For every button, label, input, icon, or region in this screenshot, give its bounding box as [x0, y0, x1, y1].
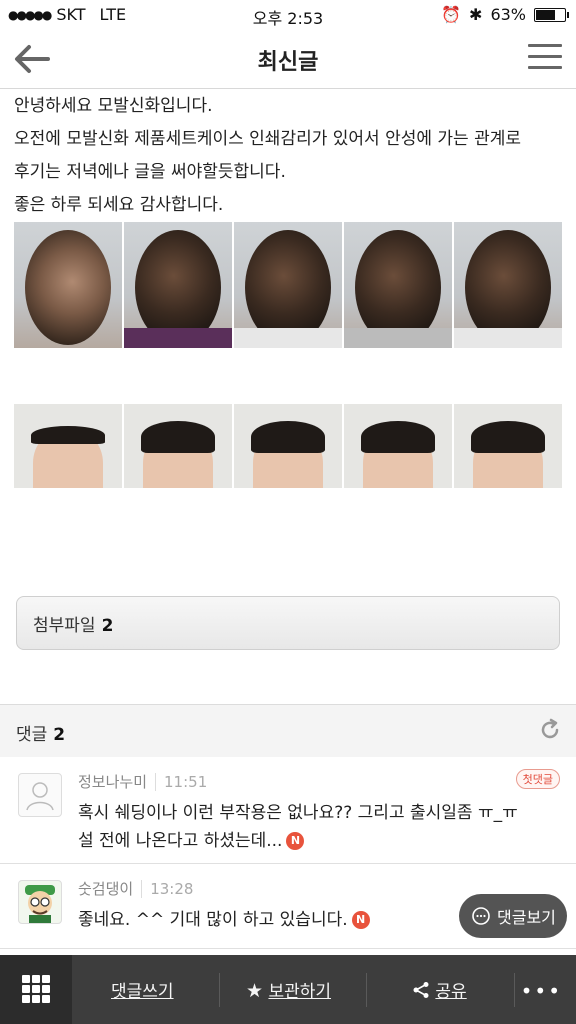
share-label: 공유 — [435, 982, 467, 1002]
comment-text: 혹시 쉐딩이나 이런 부작용은 없나요?? 그리고 출시일좀 ㅠ_ㅠ — [78, 803, 518, 823]
attachments-count: 2 — [101, 616, 114, 636]
status-bar: ●●●●● SKT LTE 오후 2:53 ⏰ ✱ 63% — [0, 0, 576, 30]
view-comments-label: 댓글보기 — [497, 908, 556, 927]
photo-strip-crown[interactable] — [14, 222, 562, 348]
photo-hairline — [14, 404, 122, 488]
new-badge-icon: N — [351, 911, 370, 929]
toolbar-divider — [514, 973, 515, 1007]
photo-hairline — [234, 404, 342, 488]
hamburger-icon — [528, 44, 562, 47]
alarm-icon: ⏰ — [441, 5, 462, 24]
battery-percent: 63% — [490, 5, 526, 24]
app-header: 최신글 — [0, 30, 576, 89]
photo-crown — [14, 222, 122, 348]
photo-hairline — [344, 404, 452, 488]
star-icon: ★ — [246, 980, 264, 1002]
comments-count: 2 — [53, 725, 66, 745]
post-line: 후기는 저녁에나 글을 써야할듯합니다. — [14, 162, 286, 182]
post-body: 안녕하세요 모발신화입니다. 오전에 모발신화 제품세트케이스 인쇄감리가 있어… — [14, 90, 568, 222]
post-line: 오전에 모발신화 제품세트케이스 인쇄감리가 있어서 안성에 가는 관계로 — [14, 129, 522, 149]
page-title: 최신글 — [257, 50, 319, 75]
comment-author[interactable]: 숫검댕이 — [78, 880, 133, 898]
bookmark-button[interactable]: ★ 보관하기 — [246, 977, 331, 1002]
photo-crown — [234, 222, 342, 348]
character-avatar-icon — [25, 885, 55, 923]
comment-item: 정보나누미 11:51 첫댓글 혹시 쉐딩이나 이런 부작용은 없나요?? 그리고… — [0, 757, 576, 864]
photo-crown — [344, 222, 452, 348]
first-comment-badge: 첫댓글 — [515, 769, 560, 789]
bookmark-label: 보관하기 — [268, 982, 332, 1002]
more-button[interactable]: ••• — [521, 979, 562, 1003]
new-badge-icon: N — [286, 832, 305, 850]
share-icon — [413, 982, 429, 998]
photo-strip-hairline[interactable] — [14, 404, 562, 488]
grid-menu-button[interactable] — [0, 955, 72, 1024]
comments-header: 댓글 2 — [0, 704, 576, 758]
comment-text: 설 전에 나온다고 하셨는데... — [78, 831, 283, 851]
menu-button[interactable] — [528, 44, 562, 72]
write-comment-button[interactable]: 댓글쓰기 — [111, 977, 174, 1002]
photo-hairline — [454, 404, 562, 488]
comment-time: 13:28 — [141, 880, 194, 898]
comment-text: 좋네요. ^^ 기대 많이 하고 있습니다. — [78, 910, 348, 930]
refresh-button[interactable] — [538, 718, 562, 742]
attachments-label: 첨부파일 — [33, 616, 96, 636]
refresh-icon — [541, 718, 559, 739]
avatar[interactable] — [18, 773, 62, 817]
bottom-toolbar: 댓글쓰기 ★ 보관하기 공유 ••• — [0, 955, 576, 1024]
post-line: 좋은 하루 되세요 감사합니다. — [14, 195, 224, 215]
bluetooth-icon: ✱ — [469, 5, 483, 24]
photo-crown — [124, 222, 232, 348]
grid-icon — [22, 975, 50, 1003]
comment-time: 11:51 — [155, 773, 208, 791]
attachments-button[interactable]: 첨부파일 2 — [16, 596, 560, 650]
toolbar-divider — [219, 973, 220, 1007]
view-comments-button[interactable]: 댓글보기 — [459, 894, 567, 938]
toolbar-divider — [366, 973, 367, 1007]
speech-bubble-icon — [472, 907, 490, 925]
photo-crown — [454, 222, 562, 348]
battery-icon — [534, 7, 569, 22]
post-line: 안녕하세요 모발신화입니다. — [14, 96, 213, 116]
comment-author[interactable]: 정보나누미 — [78, 773, 147, 791]
avatar[interactable] — [18, 880, 62, 924]
user-placeholder-icon — [26, 782, 54, 811]
photo-hairline — [124, 404, 232, 488]
comments-label: 댓글 — [16, 725, 48, 745]
share-button[interactable]: 공유 — [412, 977, 467, 1002]
